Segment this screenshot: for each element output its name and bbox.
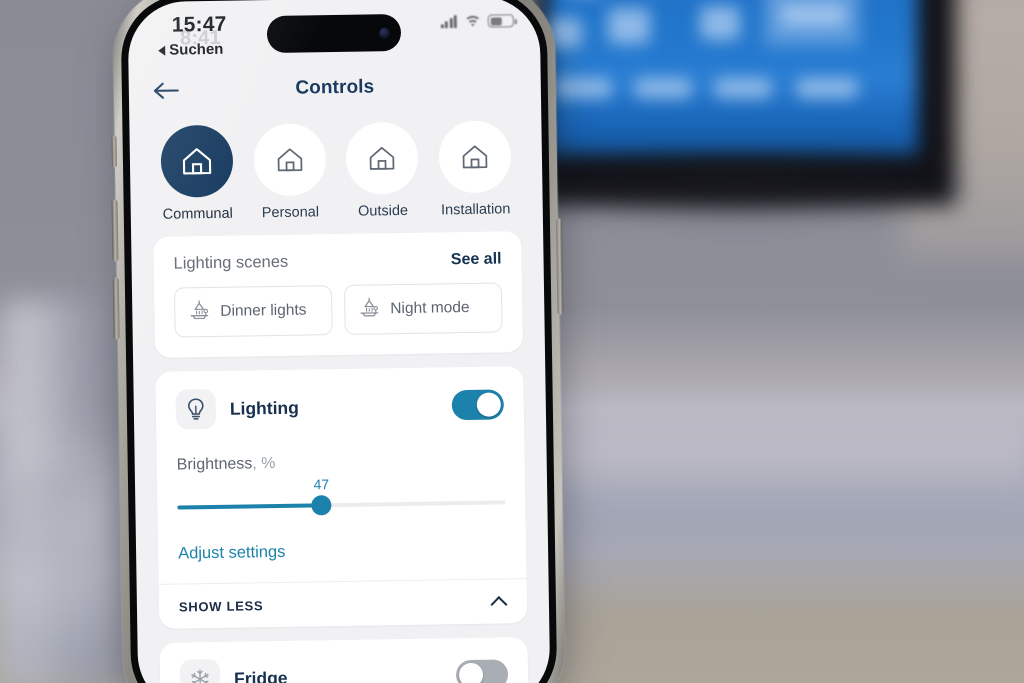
status-bar-indicators	[440, 14, 514, 31]
toggle-knob	[476, 392, 502, 418]
app-navigation-bar: Controls	[128, 62, 541, 114]
fridge-power-toggle[interactable]	[455, 659, 509, 683]
phone-device: 8:41 15:47 Suchen Controls Communal Pers…	[111, 0, 566, 683]
snowflake-icon	[179, 658, 221, 683]
status-bar-back-label: Suchen	[169, 40, 224, 59]
back-triangle-icon	[158, 45, 166, 56]
category-outside[interactable]: Outside	[339, 121, 427, 220]
brightness-slider[interactable]: 47	[177, 476, 506, 522]
lightbulb-icon	[175, 388, 217, 430]
home-icon	[345, 121, 419, 195]
show-less-label: SHOW LESS	[178, 597, 264, 615]
background-table-band	[520, 400, 1024, 510]
volume-down-button[interactable]	[112, 277, 120, 340]
see-all-link[interactable]: See all	[451, 250, 502, 269]
wifi-icon	[463, 15, 481, 31]
category-personal[interactable]: Personal	[246, 123, 334, 221]
category-installation-label: Installation	[440, 201, 511, 219]
category-personal-label: Personal	[261, 204, 320, 222]
background-monitor-tiles	[548, 0, 918, 155]
category-outside-label: Outside	[357, 202, 409, 220]
chevron-up-icon	[491, 593, 507, 609]
category-installation[interactable]: Installation	[431, 120, 519, 218]
silence-switch-button[interactable]	[111, 135, 118, 168]
lighting-device-card: Lighting Brightness, % 47 Adjust setting…	[155, 366, 528, 629]
phone-screen: 8:41 15:47 Suchen Controls Communal Pers…	[127, 0, 551, 683]
background-monitor-shadow	[520, 160, 960, 220]
home-icon	[160, 124, 234, 198]
brightness-label-text: Brightness	[176, 455, 253, 474]
front-camera-icon	[378, 27, 391, 39]
scene-chip-night-mode[interactable]: Night mode	[343, 282, 503, 335]
brightness-unit: , %	[252, 455, 276, 473]
dynamic-island	[266, 13, 402, 54]
category-communal-label: Communal	[162, 205, 233, 223]
adjust-settings-link[interactable]: Adjust settings	[178, 539, 506, 563]
page-title: Controls	[295, 76, 375, 99]
status-bar-back-to-search[interactable]: Suchen	[158, 40, 224, 59]
slider-thumb[interactable]	[311, 495, 332, 516]
toggle-knob	[458, 662, 484, 683]
volume-up-button[interactable]	[111, 199, 119, 262]
device-name: Lighting	[229, 397, 300, 419]
screenshot-scene: 8:41 15:47 Suchen Controls Communal Pers…	[0, 0, 1024, 683]
home-icon	[253, 123, 327, 197]
pendant-lamp-icon	[188, 299, 210, 326]
status-bar-time: 15:47	[171, 12, 227, 37]
lighting-scenes-card: Lighting scenes See all Dinner lights Ni…	[153, 231, 523, 358]
hamburger-menu-icon[interactable]	[491, 76, 517, 95]
fridge-device-card: Fridge	[159, 637, 529, 683]
lighting-device-header: Lighting	[175, 384, 505, 430]
cellular-signal-icon	[440, 15, 457, 29]
brightness-label: Brightness, %	[177, 451, 505, 474]
slider-fill	[177, 503, 322, 510]
pendant-lamp-icon	[358, 296, 380, 323]
scene-chip-list: Dinner lights Night mode	[173, 282, 503, 338]
lighting-scenes-header: Lighting scenes See all	[173, 249, 501, 273]
category-communal[interactable]: Communal	[153, 124, 241, 223]
status-bar: 8:41 15:47 Suchen	[127, 0, 540, 68]
brightness-value: 47	[313, 476, 330, 493]
back-arrow-icon[interactable]	[153, 80, 179, 100]
scene-label: Dinner lights	[220, 301, 307, 320]
scene-chip-dinner-lights[interactable]: Dinner lights	[173, 285, 333, 338]
scene-label: Night mode	[390, 298, 470, 318]
home-icon	[438, 120, 512, 194]
device-name: Fridge	[233, 667, 288, 683]
show-less-button[interactable]: SHOW LESS	[158, 578, 528, 629]
lighting-scenes-title: Lighting scenes	[173, 252, 289, 273]
lighting-power-toggle[interactable]	[451, 389, 505, 421]
background-left-highlight	[0, 420, 120, 683]
category-selector: Communal Personal Outside Installation	[129, 108, 543, 237]
battery-icon	[487, 14, 514, 28]
fridge-device-header: Fridge	[160, 637, 529, 683]
